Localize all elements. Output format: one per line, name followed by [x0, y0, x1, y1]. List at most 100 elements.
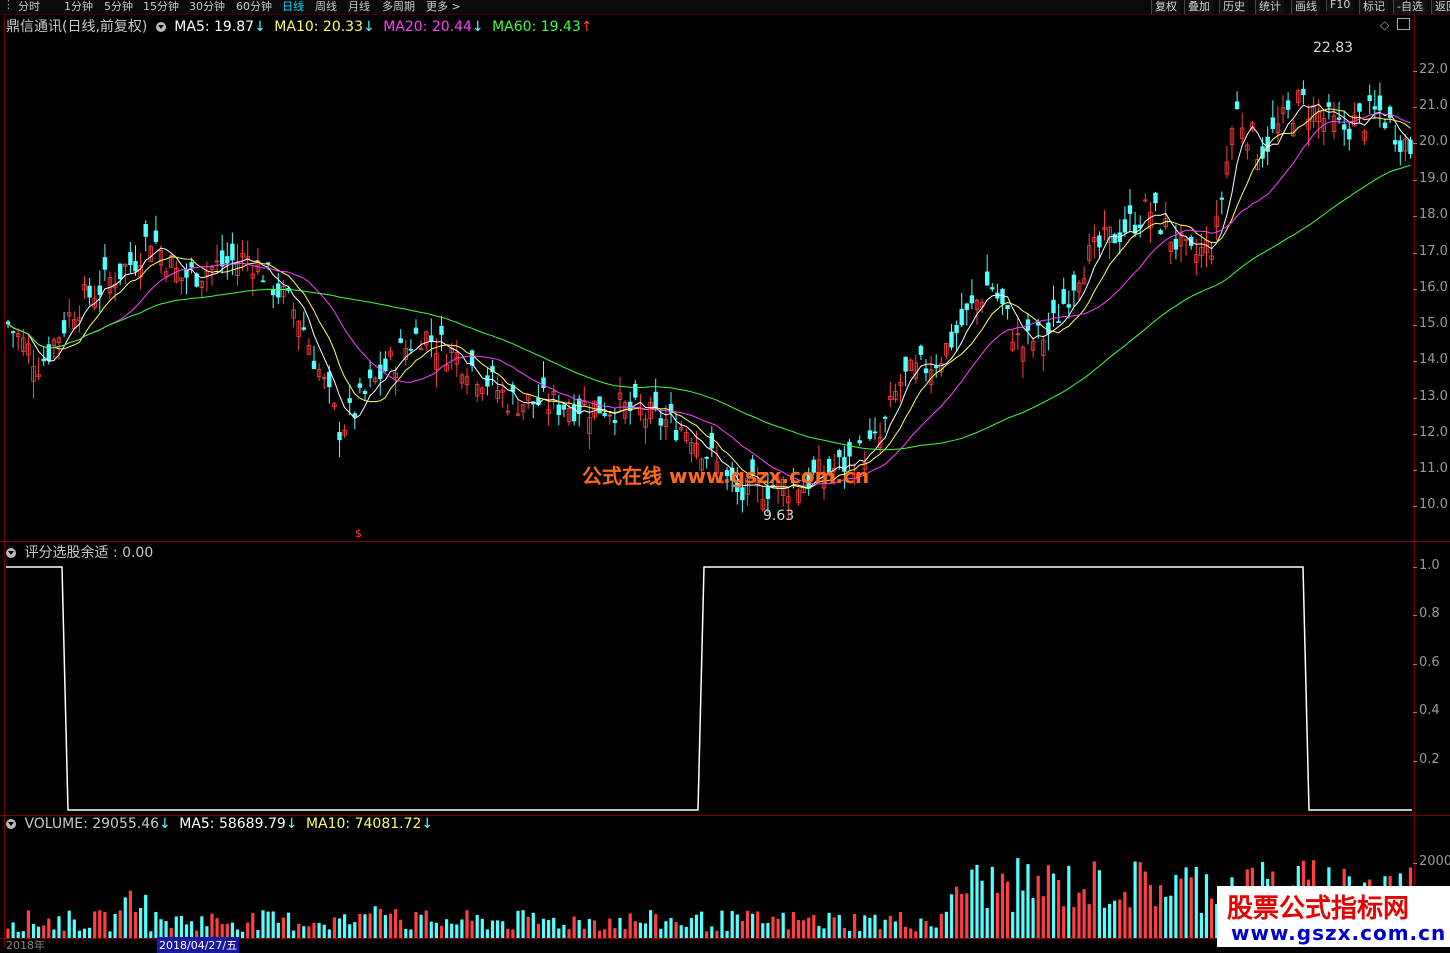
volume-bar [613, 928, 617, 938]
volume-bar [353, 922, 357, 938]
volume-bar [893, 921, 897, 938]
volume-bar [715, 930, 719, 938]
candle-body [102, 257, 108, 270]
volume-bar [689, 918, 693, 938]
volume-bar [547, 919, 551, 938]
volume-bar [934, 927, 938, 938]
volume-bar [210, 913, 214, 938]
volume-bar [837, 914, 841, 938]
volume-bar [1051, 873, 1056, 938]
volume-bar [174, 916, 178, 938]
candle-body [1153, 192, 1158, 204]
volume-bar [582, 928, 586, 938]
volume-bar [883, 919, 887, 938]
candle-body [337, 432, 342, 441]
candle-body [556, 404, 561, 415]
volume-bar [439, 925, 444, 938]
volume-bar [1123, 891, 1127, 938]
volume-bar [47, 918, 51, 938]
date-cursor-label: 2018/04/27/五 [157, 937, 240, 953]
candle-body [260, 280, 266, 283]
date-axis-year: 2018年 [6, 939, 45, 952]
volume-bar [924, 921, 928, 938]
volume-bar [297, 923, 301, 938]
volume-bar [802, 920, 806, 938]
candle-body [1270, 117, 1275, 129]
candle-body [1357, 103, 1362, 112]
volume-bar [1204, 874, 1209, 938]
volume-bar [1169, 895, 1173, 938]
volume-bar [82, 928, 87, 938]
indicator-title: 评分选股余适 : 0.00 [24, 545, 154, 561]
volume-bar [740, 921, 744, 938]
candle-body [1046, 322, 1051, 334]
volume-bar [149, 931, 153, 938]
volume-toggle-icon[interactable] [6, 819, 16, 829]
volume-bar [557, 928, 561, 938]
volume-bar [1016, 858, 1020, 938]
volume-bar [271, 911, 275, 938]
volume-bar [465, 910, 469, 938]
candle-body [903, 356, 908, 372]
candle-body [1056, 321, 1061, 324]
settings-toggle-icon[interactable] [155, 22, 166, 32]
volume-bar [1077, 892, 1081, 938]
volume-bar [858, 931, 862, 938]
candle-body [1382, 122, 1388, 129]
price-tick: 14.0 [1413, 352, 1448, 367]
volume-bar [1174, 874, 1178, 938]
signal-marker: $ [355, 527, 362, 540]
volume-bar [1102, 907, 1107, 938]
volume-bar [853, 913, 857, 938]
volume-bar [424, 910, 428, 938]
volume-bar [822, 928, 826, 938]
candle-body [571, 404, 577, 422]
volume-bar [960, 894, 964, 938]
volume-bar [1082, 889, 1086, 938]
volume-bar [1046, 865, 1050, 938]
volume-bar [536, 923, 540, 938]
volume-bar [929, 926, 933, 938]
price-tick: 22.0 [1413, 62, 1448, 77]
volume-bar [1194, 866, 1198, 938]
volume-bar [878, 929, 882, 938]
window-toggle-icon[interactable] [1397, 18, 1410, 30]
volume-bar [470, 920, 474, 938]
volume-bar [1153, 906, 1158, 938]
volume-bar [827, 912, 831, 938]
indicator-toggle-icon[interactable] [6, 548, 16, 558]
volume-bar [1021, 890, 1025, 938]
candle-body [1347, 128, 1352, 140]
volume-bar [730, 910, 734, 938]
volume-bar [832, 917, 836, 938]
ma5-value: MA5: 19.87 [174, 19, 255, 35]
volume-bar [31, 923, 36, 938]
volume-bar [373, 906, 377, 938]
volume-bar [669, 918, 673, 938]
candle-body [418, 348, 424, 351]
volume-bar [394, 909, 398, 938]
volume-bar [429, 921, 433, 938]
volume-bar [791, 911, 795, 938]
volume-bar [1113, 900, 1117, 938]
candle-body [276, 283, 281, 298]
volume-bar [450, 923, 454, 938]
ma5-line [7, 103, 1411, 490]
volume-bar [67, 910, 71, 938]
low-price-label: 9.63 [763, 508, 795, 524]
candle-body [347, 398, 352, 403]
volume-bar [261, 910, 265, 938]
volume-bar [93, 911, 97, 938]
price-tick: 12.0 [1413, 425, 1448, 440]
volume-bar [256, 930, 260, 938]
volume-bar [460, 919, 464, 938]
diamond-icon[interactable]: ◇ [1380, 18, 1389, 32]
volume-bar [302, 926, 306, 938]
volume-bar [567, 929, 571, 938]
volume-bar [766, 922, 770, 938]
candle-body [41, 358, 46, 362]
volume-bar [1179, 878, 1183, 938]
volume-bar [501, 921, 505, 938]
volume-bar [664, 921, 668, 938]
volume-bar [516, 910, 520, 938]
